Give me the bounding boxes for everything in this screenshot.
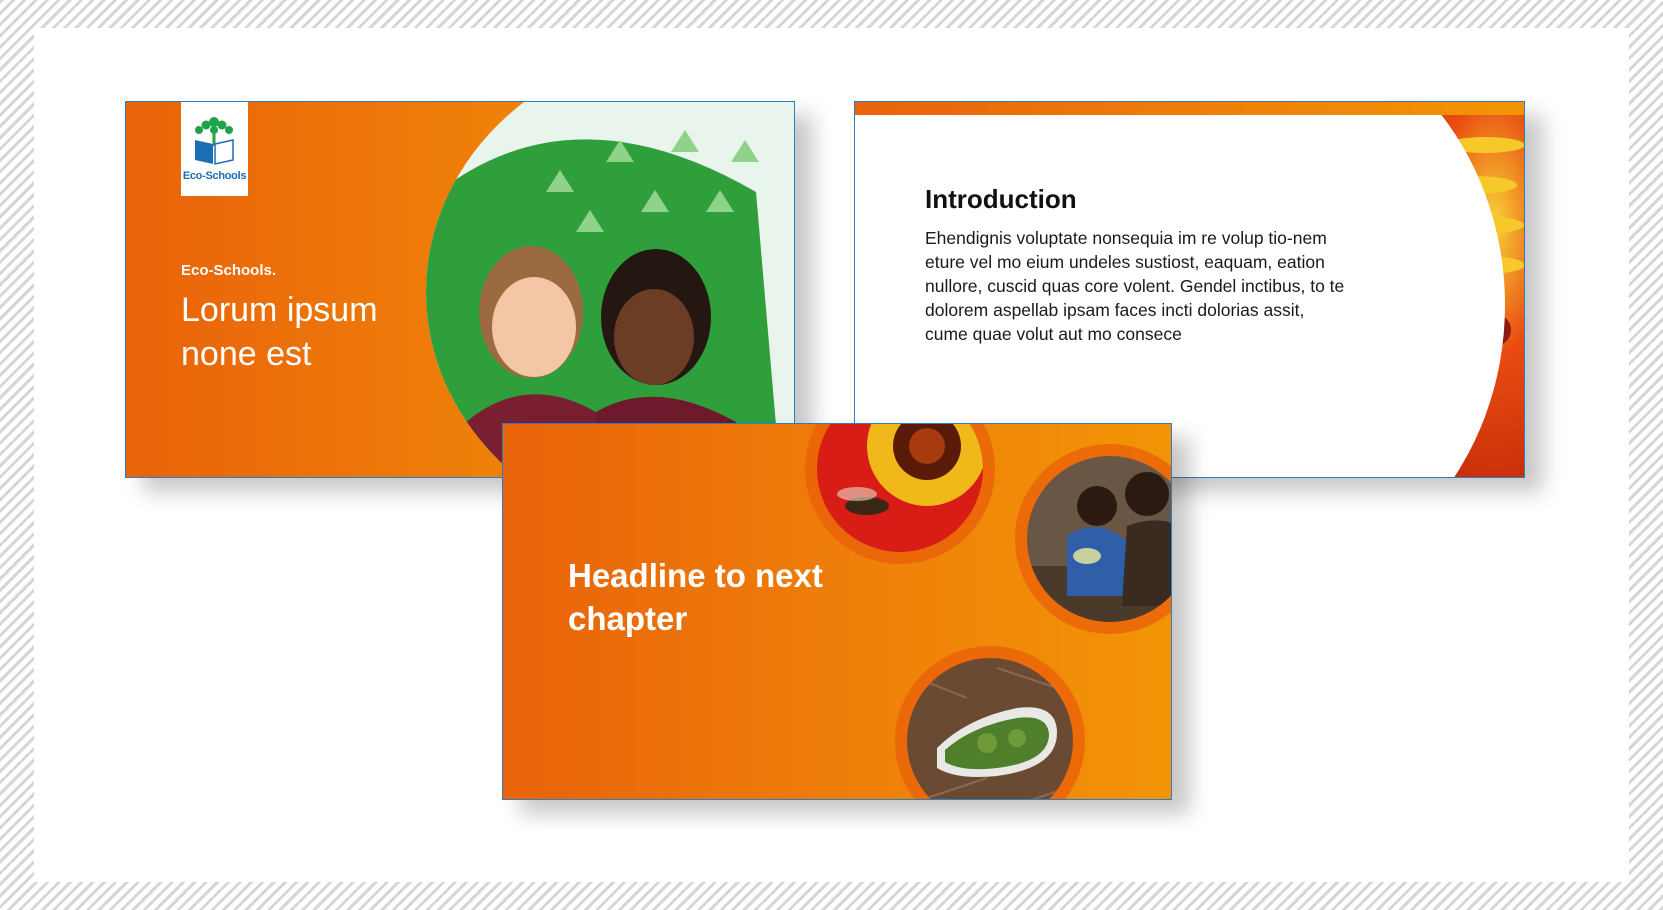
hoverfly-photo <box>1365 115 1524 477</box>
chapter-headline: Headline to next chapter <box>568 557 823 637</box>
children-photo <box>426 102 794 477</box>
slide-title[interactable]: Eco-Schools Eco-Schools. Lorum ipsum non… <box>125 101 795 478</box>
slide-introduction[interactable]: Introduction Ehendignis voluptate nonseq… <box>854 101 1525 478</box>
eco-schools-logo: Eco-Schools <box>181 102 248 196</box>
slide-body-text: Ehendignis voluptate nonsequia im re vol… <box>925 228 1345 344</box>
slide-title-text: Lorum ipsum none est <box>181 291 378 373</box>
slide-chapter[interactable]: Headline to next chapter <box>502 423 1172 800</box>
slide-heading: Introduction <box>925 184 1077 214</box>
tree-book-icon <box>195 117 234 165</box>
slide-kicker: Eco-Schools. <box>181 262 277 279</box>
top-accent-bar <box>855 102 1524 115</box>
logo-label: Eco-Schools <box>182 170 247 182</box>
